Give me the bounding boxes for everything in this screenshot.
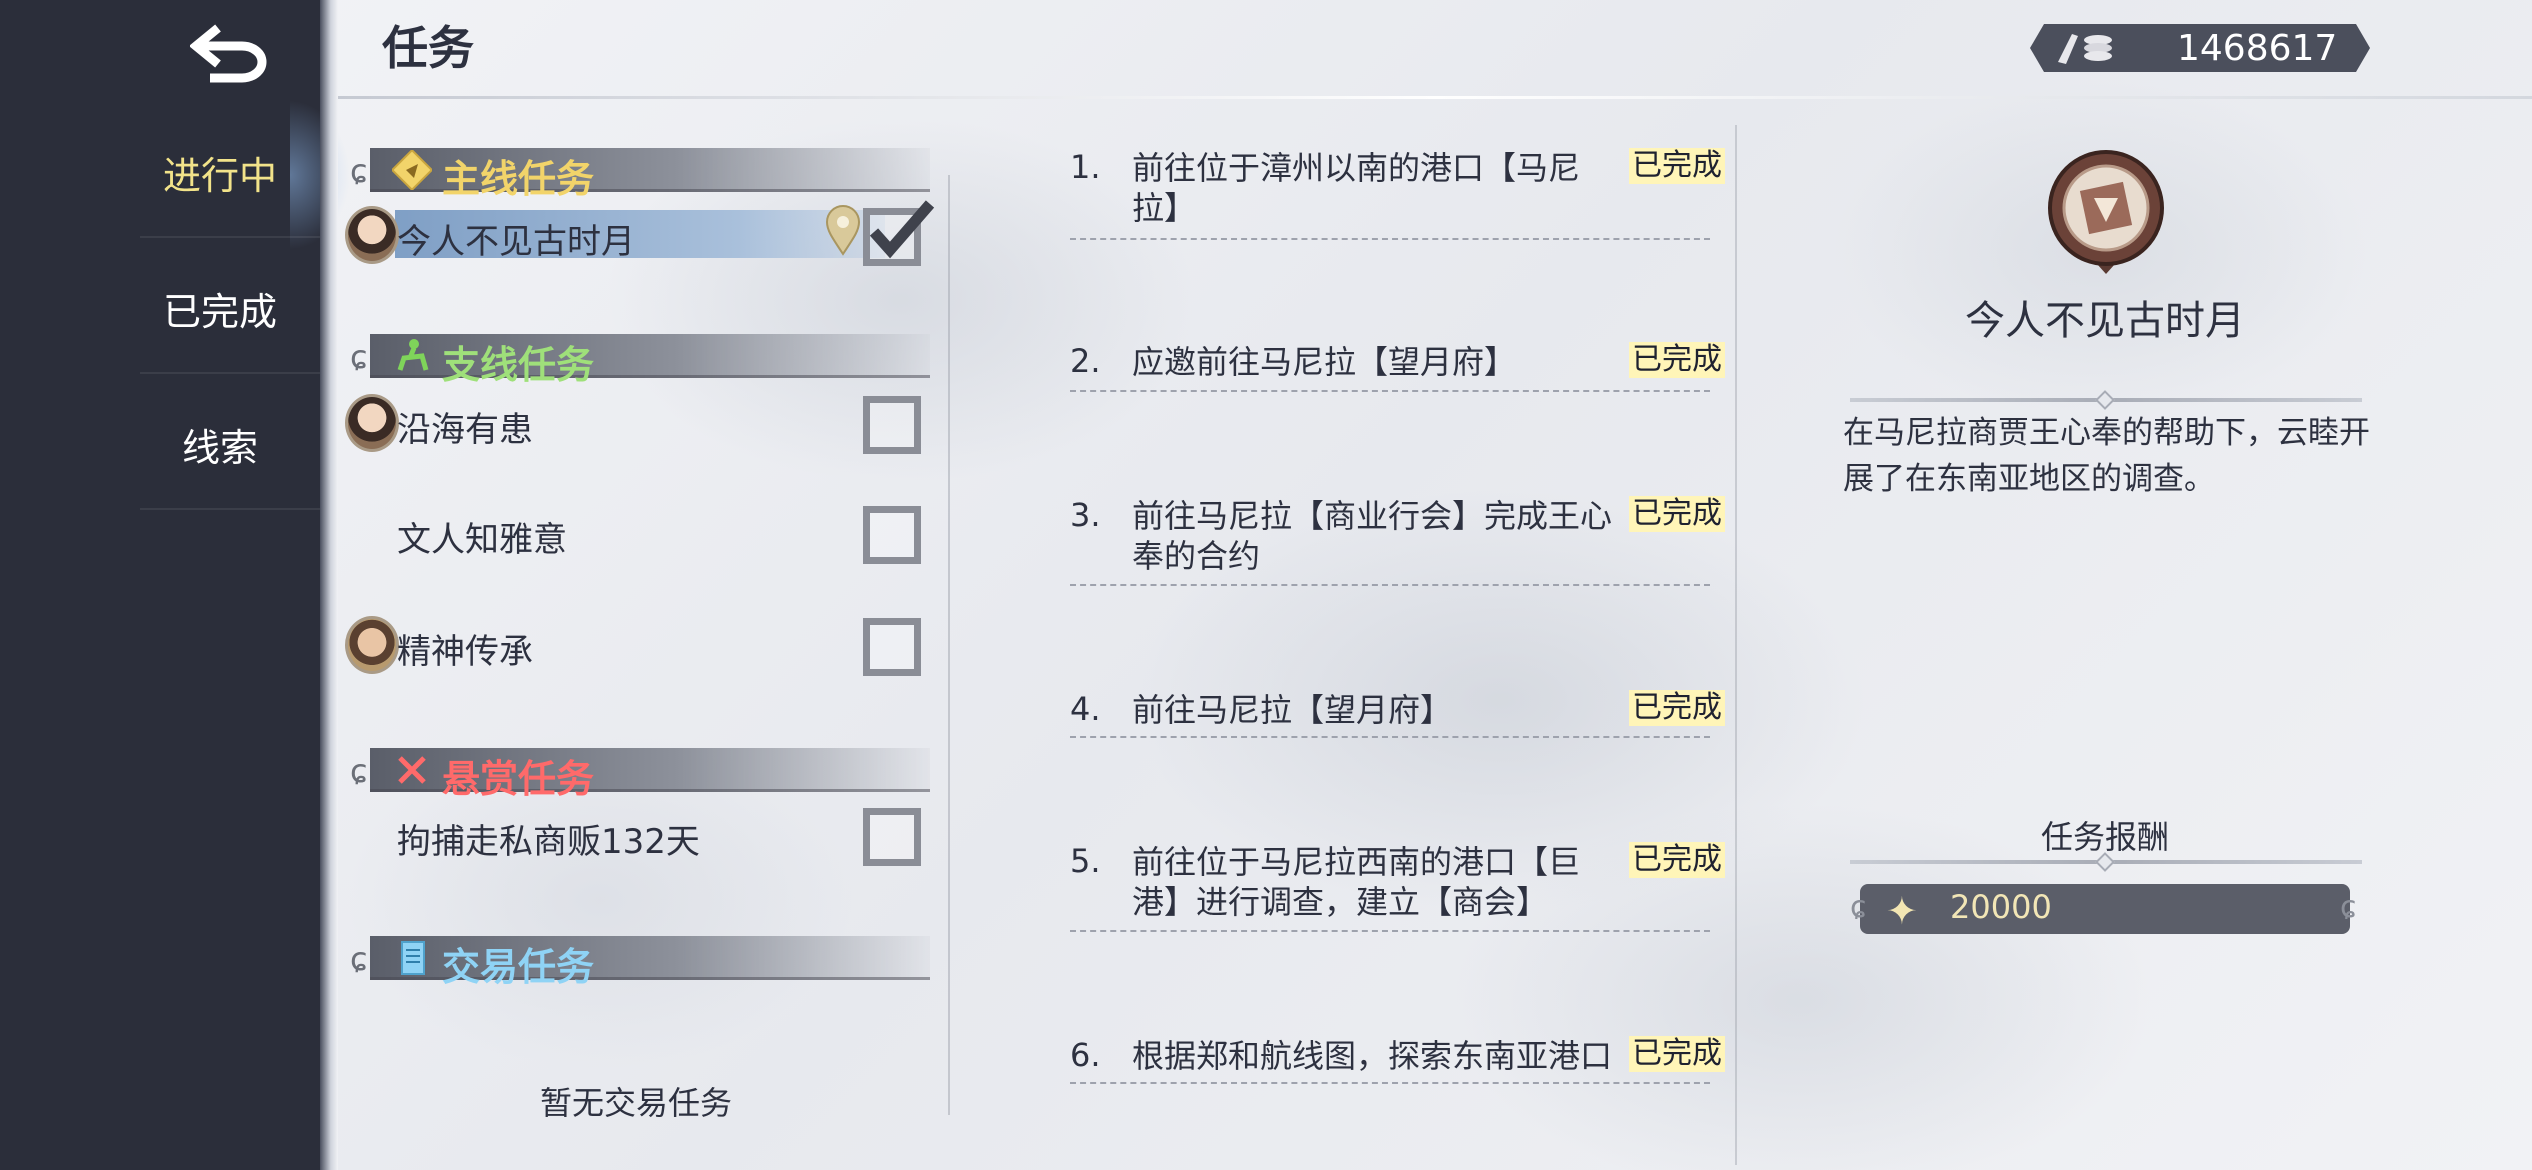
category-side-quests: ɕ 支线任务 — [350, 330, 930, 387]
step-status-badge: 已完成 — [1629, 690, 1725, 726]
track-checkbox[interactable] — [863, 618, 921, 676]
category-label: 交易任务 — [442, 945, 595, 989]
horse-rider-icon — [397, 339, 429, 371]
nav-tab-completed[interactable]: 已完成 — [120, 248, 320, 368]
quest-name: 沿海有患 — [397, 410, 533, 450]
currency-value: 1468617 — [2177, 27, 2338, 69]
step-text: 应邀前往马尼拉【望月府】 — [1132, 343, 1517, 381]
empty-trade-message: 暂无交易任务 — [540, 1084, 733, 1122]
step-divider — [1070, 238, 1710, 240]
step-number: 2. — [1070, 342, 1101, 380]
currency-display: 1468617 — [2030, 24, 2370, 72]
step-number: 4. — [1070, 690, 1101, 728]
scroll-icon — [401, 941, 425, 975]
step-status-badge: 已完成 — [1629, 842, 1725, 878]
step-status-badge: 已完成 — [1629, 148, 1725, 184]
quest-name: 今人不见古时月 — [397, 222, 635, 262]
column-divider — [1735, 125, 1737, 1165]
star-sparkle-icon: ✦ — [1886, 889, 1918, 933]
step-divider — [1070, 736, 1710, 738]
category-label: 支线任务 — [442, 343, 595, 387]
step-text: 前往位于马尼拉西南的港口【巨港】进行调查，建立【商会】 — [1132, 843, 1581, 921]
step-text: 前往马尼拉【望月府】 — [1132, 691, 1453, 729]
quest-item-side-2[interactable]: 文人知雅意 — [345, 500, 935, 570]
nav-tab-clues[interactable]: 线索 — [120, 384, 320, 504]
step-status-badge: 已完成 — [1629, 496, 1725, 532]
step-status-badge: 已完成 — [1629, 342, 1725, 378]
location-pin-icon[interactable] — [823, 204, 863, 256]
reward-value: 20000 — [1950, 888, 2052, 926]
quest-item-bounty-1[interactable]: 拘捕走私商贩132天 — [345, 802, 935, 872]
quest-item-side-3[interactable]: 精神传承 — [345, 612, 935, 682]
back-arrow-icon — [190, 24, 267, 83]
step-divider — [1070, 584, 1710, 586]
quest-name: 文人知雅意 — [397, 520, 567, 560]
scroll-seal-icon — [392, 150, 432, 190]
step-text: 前往位于漳州以南的港口【马尼拉】 — [1132, 149, 1581, 227]
nav-divider — [140, 372, 320, 374]
page-title: 任务 — [382, 21, 474, 75]
crossed-swords-icon — [398, 756, 426, 784]
quest-item-main-1[interactable]: 今人不见古时月 — [345, 200, 935, 272]
step-status-badge: 已完成 — [1629, 1036, 1725, 1072]
list-divider — [948, 175, 950, 1115]
category-label: 悬赏任务 — [442, 757, 595, 801]
quest-name: 拘捕走私商贩132天 — [397, 822, 700, 862]
track-checkbox[interactable] — [863, 808, 921, 866]
ornament-curl: ɕ — [2340, 890, 2357, 925]
step-number: 3. — [1070, 496, 1101, 534]
step-divider — [1070, 1082, 1710, 1084]
reward-title: 任务报酬 — [2040, 818, 2169, 856]
reward-bar — [1860, 884, 2350, 934]
back-button[interactable] — [185, 18, 275, 88]
category-bounty-quests: ɕ 悬赏任务 — [350, 744, 930, 801]
coins-icon — [2052, 28, 2122, 68]
step-divider — [1070, 390, 1710, 392]
nav-tab-in-progress[interactable]: 进行中 — [120, 112, 320, 232]
quest-emblem-icon — [2048, 150, 2164, 274]
ornament-curl: ɕ — [1850, 890, 1867, 925]
nav-divider — [140, 236, 320, 238]
quest-name: 精神传承 — [397, 632, 533, 672]
avatar — [345, 616, 399, 674]
avatar — [345, 394, 399, 452]
quest-item-side-1[interactable]: 沿海有患 — [345, 390, 935, 460]
step-text: 根据郑和航线图，探索东南亚港口 — [1132, 1037, 1613, 1075]
nav-edge — [320, 0, 338, 1170]
detail-description: 在马尼拉商贾王心奉的帮助下，云睦开展了在东南亚地区的调查。 — [1843, 415, 2370, 497]
detail-title: 今人不见古时月 — [1965, 298, 2245, 344]
step-number: 5. — [1070, 842, 1101, 880]
step-number: 6. — [1070, 1036, 1101, 1074]
category-trade-quests: ɕ 交易任务 — [350, 932, 930, 989]
step-text: 前往马尼拉【商业行会】完成王心奉的合约 — [1132, 497, 1613, 575]
track-checkbox[interactable] — [863, 506, 921, 564]
header-divider — [338, 96, 2532, 99]
category-label: 主线任务 — [442, 157, 595, 201]
nav-divider — [140, 508, 320, 510]
track-checkbox[interactable] — [863, 396, 921, 454]
checkmark-icon — [869, 200, 935, 259]
step-divider — [1070, 930, 1710, 932]
step-number: 1. — [1070, 148, 1101, 186]
avatar — [345, 206, 399, 264]
category-main-quests: ɕ 主线任务 — [350, 144, 930, 201]
